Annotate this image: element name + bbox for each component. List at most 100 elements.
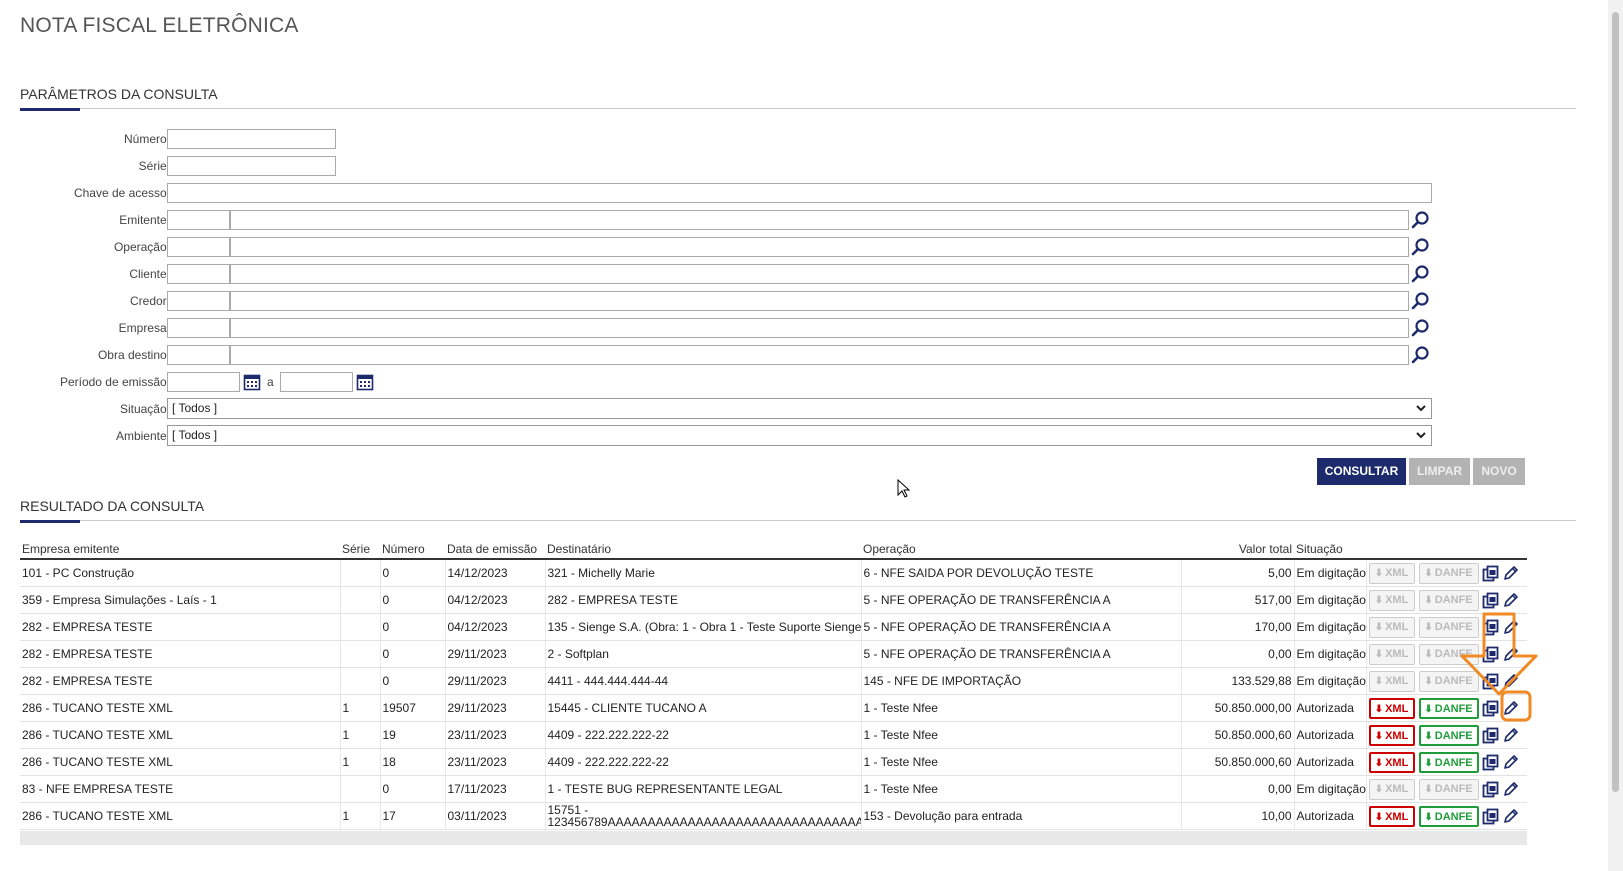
operacao-magnifier-icon[interactable] [1410,236,1432,258]
table-row[interactable]: 282 - EMPRESA TESTE 0 04/12/2023 135 - Sien… [20,613,1527,641]
cell-destinatario: 321 - Michelly Marie [545,559,862,587]
periodo-end-calendar-icon[interactable] [355,372,375,392]
xml-button-label: XML [1385,756,1409,769]
copy-icon[interactable] [1482,808,1499,825]
page-scrollbar[interactable] [1608,0,1623,871]
download-xml-button[interactable]: ⬇ XML [1368,805,1415,827]
danfe-button-label: DANFE [1434,729,1473,742]
copy-icon[interactable] [1482,781,1499,798]
credor-name-input[interactable] [230,291,1409,311]
obra-code-input[interactable] [167,345,230,365]
cell-operacao: 1 - Teste Nfee [861,721,1182,749]
cell-serie: 1 [340,694,381,722]
operacao-code-input[interactable] [167,237,230,257]
table-row[interactable]: 282 - EMPRESA TESTE 0 29/11/2023 4411 - 444… [20,667,1527,695]
xml-button-label: XML [1385,782,1409,795]
cell-actions: ⬇ XML ⬇ DANFE [1366,721,1527,749]
cell-situacao: Em digitação [1294,775,1367,803]
copy-icon[interactable] [1482,592,1499,609]
table-row[interactable]: 282 - EMPRESA TESTE 0 29/11/2023 2 - Softpl… [20,640,1527,668]
chave-acesso-input[interactable] [167,183,1432,203]
pencil-icon[interactable] [1502,781,1519,798]
pencil-icon[interactable] [1502,727,1519,744]
credor-magnifier-icon[interactable] [1410,290,1432,312]
col-valor-header[interactable]: Valor total [1181,539,1294,560]
ambiente-select[interactable]: [ Todos ] [167,425,1432,446]
cell-empresa: 282 - EMPRESA TESTE [20,640,341,668]
cliente-code-input[interactable] [167,264,230,284]
download-xml-button[interactable]: ⬇ XML [1368,670,1415,692]
cliente-name-input[interactable] [230,264,1409,284]
cell-destinatario: 2 - Softplan [545,640,862,668]
cliente-magnifier-icon[interactable] [1410,263,1432,285]
table-row[interactable]: 359 - Empresa Simulações - Laís - 1 0 04/1… [20,586,1527,614]
table-row[interactable]: 286 - TUCANO TESTE XML 1 17 03/11/2023 15751… [20,802,1527,830]
periodo-start-input[interactable] [167,372,240,392]
emitente-magnifier-icon[interactable] [1410,209,1432,231]
cell-data: 23/11/2023 [445,748,546,776]
col-empresa-header[interactable]: Empresa emitente [20,539,340,560]
col-operacao-header[interactable]: Operação [861,539,1181,560]
col-situacao-header[interactable]: Situação [1294,539,1366,560]
periodo-label: Período de emissão: [59,375,170,389]
download-xml-button[interactable]: ⬇ XML [1368,643,1415,665]
download-danfe-button[interactable]: ⬇ DANFE [1418,562,1479,584]
limpar-button[interactable]: LIMPAR [1409,458,1470,485]
cell-serie: 1 [340,748,381,776]
download-danfe-button[interactable]: ⬇ DANFE [1418,751,1479,773]
download-xml-button[interactable]: ⬇ XML [1368,589,1415,611]
col-destinatario-header[interactable]: Destinatário [545,539,861,560]
table-row[interactable]: 83 - NFE EMPRESA TESTE 0 17/11/2023 1 - TES… [20,775,1527,803]
copy-icon[interactable] [1482,754,1499,771]
obra-name-input[interactable] [230,345,1409,365]
pencil-icon[interactable] [1502,565,1519,582]
download-danfe-button[interactable]: ⬇ DANFE [1418,805,1479,827]
download-xml-button[interactable]: ⬇ XML [1368,778,1415,800]
xml-button-label: XML [1385,702,1409,715]
table-row[interactable]: 101 - PC Construção 0 14/12/2023 321 - Mich… [20,559,1527,587]
numero-input[interactable] [167,129,336,149]
pencil-icon[interactable] [1502,592,1519,609]
periodo-end-input[interactable] [280,372,353,392]
emitente-code-input[interactable] [167,210,230,230]
download-danfe-button[interactable]: ⬇ DANFE [1418,724,1479,746]
download-xml-button[interactable]: ⬇ XML [1368,616,1415,638]
novo-button[interactable]: NOVO [1473,458,1525,485]
col-serie-header[interactable]: Série [340,539,380,560]
pencil-icon[interactable] [1502,754,1519,771]
copy-icon[interactable] [1482,565,1499,582]
scrollbar-thumb[interactable] [1612,12,1619,792]
col-data-header[interactable]: Data de emissão [445,539,545,560]
cell-operacao: 1 - Teste Nfee [861,694,1182,722]
download-xml-button[interactable]: ⬇ XML [1368,724,1415,746]
download-xml-button[interactable]: ⬇ XML [1368,697,1415,719]
emitente-name-input[interactable] [230,210,1409,230]
table-row[interactable]: 286 - TUCANO TESTE XML 1 18 23/11/2023 4409 … [20,748,1527,776]
download-danfe-button[interactable]: ⬇ DANFE [1418,778,1479,800]
table-row[interactable]: 286 - TUCANO TESTE XML 1 19507 29/11/2023 15… [20,694,1527,722]
serie-input[interactable] [167,156,336,176]
consultar-button[interactable]: CONSULTAR [1317,458,1406,485]
params-divider [20,108,1576,109]
operacao-name-input[interactable] [230,237,1409,257]
empresa-name-input[interactable] [230,318,1409,338]
download-xml-button[interactable]: ⬇ XML [1368,751,1415,773]
credor-code-input[interactable] [167,291,230,311]
col-numero-header[interactable]: Número [380,539,445,560]
copy-icon[interactable] [1482,727,1499,744]
download-xml-button[interactable]: ⬇ XML [1368,562,1415,584]
cell-valor: 50.850.000,60 [1181,721,1295,749]
danfe-button-label: DANFE [1434,782,1473,795]
page-title: NOTA FISCAL ELETRÔNICA [20,14,299,37]
periodo-start-calendar-icon[interactable] [242,372,262,392]
cell-operacao: 5 - NFE OPERAÇÃO DE TRANSFERÊNCIA A [861,640,1182,668]
cell-destinatario: 1 - TESTE BUG REPRESENTANTE LEGAL [545,775,862,803]
table-row[interactable]: 286 - TUCANO TESTE XML 1 19 23/11/2023 4409 … [20,721,1527,749]
situacao-select[interactable]: [ Todos ] [167,398,1432,419]
empresa-magnifier-icon[interactable] [1410,317,1432,339]
obra-magnifier-icon[interactable] [1410,344,1432,366]
empresa-code-input[interactable] [167,318,230,338]
pencil-icon[interactable] [1502,808,1519,825]
download-danfe-button[interactable]: ⬇ DANFE [1418,589,1479,611]
cell-data: 17/11/2023 [445,775,546,803]
